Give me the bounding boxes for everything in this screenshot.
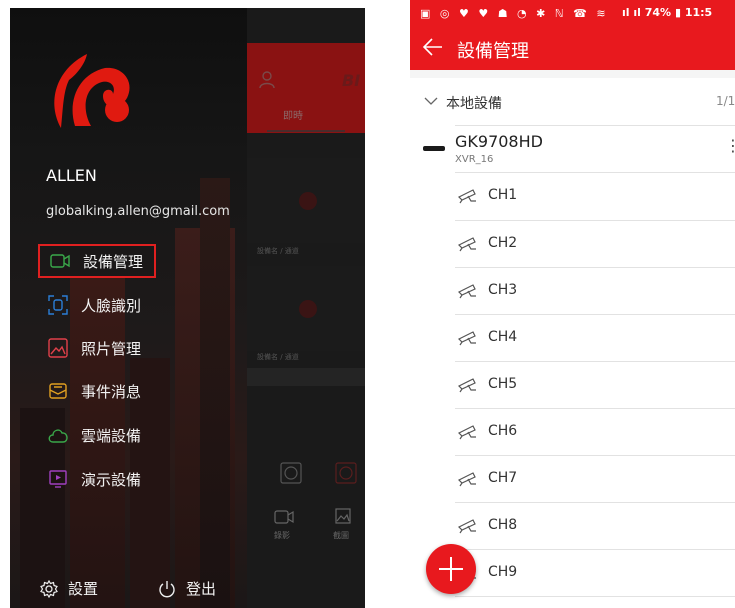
menu-item-label: 設備管理 bbox=[83, 252, 144, 271]
cctv-camera-icon bbox=[458, 331, 476, 346]
channel-label: CH5 bbox=[488, 376, 518, 392]
channel-row-ch1[interactable]: CH1 bbox=[410, 173, 735, 220]
battery-icon: ▮ bbox=[674, 6, 685, 19]
video-pane-1 bbox=[247, 158, 365, 243]
channel-row-ch8[interactable]: CH8 bbox=[410, 503, 735, 550]
channel-row-ch5[interactable]: CH5 bbox=[410, 362, 735, 409]
snapshot-icon bbox=[335, 508, 351, 524]
channel-label: CH4 bbox=[488, 329, 518, 345]
channel-label: CH6 bbox=[488, 423, 518, 439]
cctv-camera-icon bbox=[458, 425, 476, 440]
channel-label: CH2 bbox=[488, 235, 518, 251]
background-icon-row bbox=[247, 458, 365, 490]
face-scan-icon bbox=[47, 294, 69, 316]
app-logo bbox=[54, 54, 130, 128]
battery-level: 74% bbox=[644, 6, 672, 19]
menu-item-label: 演示設備 bbox=[81, 470, 142, 489]
channel-label: CH7 bbox=[488, 470, 518, 486]
menu-item-photo-management[interactable]: 照片管理 bbox=[38, 331, 224, 365]
channel-label: CH9 bbox=[488, 564, 518, 580]
device-row[interactable]: GK9708HD XVR_16 ⋮ bbox=[410, 126, 735, 172]
menu-item-label: 照片管理 bbox=[81, 339, 142, 358]
back-arrow-icon[interactable] bbox=[420, 34, 446, 60]
device-model: XVR_16 bbox=[455, 154, 494, 165]
channel-label: CH1 bbox=[488, 187, 518, 203]
menu-item-event-messages[interactable]: 事件消息 bbox=[38, 374, 224, 408]
record-icon bbox=[274, 510, 294, 524]
settings-label: 設置 bbox=[68, 580, 99, 598]
channel-row-ch2[interactable]: CH2 bbox=[410, 221, 735, 268]
camera-icon bbox=[49, 250, 71, 272]
message-icon bbox=[47, 380, 69, 402]
photo-icon bbox=[47, 337, 69, 359]
power-icon bbox=[159, 580, 175, 597]
cctv-camera-icon bbox=[458, 519, 476, 534]
channel-row-ch7[interactable]: CH7 bbox=[410, 456, 735, 503]
demo-play-icon bbox=[47, 468, 69, 490]
device-name: GK9708HD bbox=[455, 132, 543, 151]
channel-label: CH3 bbox=[488, 282, 518, 298]
one-channel-icon bbox=[280, 462, 302, 484]
snapshot-label: 截圖 bbox=[333, 531, 349, 540]
menu-item-cloud-devices[interactable]: 雲端設備 bbox=[38, 418, 224, 452]
channel-row-ch3[interactable]: CH3 bbox=[410, 268, 735, 315]
more-options-icon[interactable]: ⋮ bbox=[725, 138, 735, 154]
logout-label: 登出 bbox=[186, 580, 217, 598]
pane-caption-1: 設備名 / 通道 bbox=[257, 247, 299, 255]
video-pane-2 bbox=[247, 266, 365, 351]
pane-bar bbox=[247, 368, 365, 386]
navigation-drawer: ALLEN globalking.allen@gmail.com 設備管理 人臉… bbox=[10, 8, 247, 608]
background-bottom-row: 錄影 截圖 bbox=[247, 506, 365, 546]
cctv-camera-icon bbox=[458, 237, 476, 252]
menu-item-device-management[interactable]: 設備管理 bbox=[38, 244, 156, 278]
tab-live: 即時 bbox=[283, 111, 303, 122]
status-bar: ▣ ◎ ♥ ♥ ☗ ◔ ✱ ℕ ☎ ≋ ıl ıl 74% ▮ 11:5 bbox=[410, 0, 735, 26]
menu-item-label: 事件消息 bbox=[81, 382, 142, 401]
cctv-camera-icon bbox=[458, 378, 476, 393]
clock: 11:5 bbox=[684, 6, 713, 19]
pane-caption-2: 設備名 / 通道 bbox=[257, 353, 299, 361]
dvr-device-icon bbox=[423, 146, 445, 151]
cloud-icon bbox=[47, 424, 69, 446]
local-devices-group[interactable]: 本地設備 1/1 bbox=[410, 78, 735, 126]
menu-item-demo-devices[interactable]: 演示設備 bbox=[38, 462, 224, 496]
menu-item-label: 人臉識別 bbox=[81, 296, 142, 315]
record-target-icon bbox=[335, 462, 357, 484]
channel-row-ch6[interactable]: CH6 bbox=[410, 409, 735, 456]
page-title: 設備管理 bbox=[457, 41, 529, 62]
settings-button[interactable]: 設置 bbox=[40, 578, 98, 599]
right-phone-screen: ▣ ◎ ♥ ♥ ☗ ◔ ✱ ℕ ☎ ≋ ıl ıl 74% ▮ 11:5 設備管… bbox=[410, 0, 735, 608]
menu-item-face-recognition[interactable]: 人臉識別 bbox=[38, 288, 224, 322]
device-list: 本地設備 1/1 GK9708HD XVR_16 ⋮ CH1 CH2 CH3 C… bbox=[410, 78, 735, 608]
person-icon bbox=[259, 71, 275, 89]
notification-icons: ▣ ◎ ♥ ♥ ☗ ◔ ✱ ℕ ☎ ≋ bbox=[420, 6, 609, 20]
channel-row-ch4[interactable]: CH4 bbox=[410, 315, 735, 362]
tab-underline bbox=[267, 130, 345, 132]
title-bar: 設備管理 bbox=[410, 26, 735, 70]
logout-button[interactable]: 登出 bbox=[158, 578, 216, 599]
menu-item-label: 雲端設備 bbox=[81, 426, 142, 445]
chevron-down-icon bbox=[424, 97, 438, 105]
cctv-camera-icon bbox=[458, 189, 476, 204]
user-email: globalking.allen@gmail.com bbox=[46, 204, 230, 219]
add-device-button[interactable] bbox=[426, 544, 476, 594]
background-app: BI 即時 設備名 / 通道 設備名 / 通道 錄影 截圖 bbox=[247, 8, 365, 608]
background-app-header: BI 即時 bbox=[247, 43, 365, 133]
cctv-camera-icon bbox=[458, 472, 476, 487]
channel-label: CH8 bbox=[488, 517, 518, 533]
signal-icon: ıl ıl bbox=[622, 6, 645, 19]
local-devices-label: 本地設備 bbox=[446, 96, 502, 112]
gear-icon bbox=[40, 579, 58, 598]
background-brand: BI bbox=[342, 71, 361, 90]
record-label: 錄影 bbox=[274, 531, 290, 540]
left-phone-screen: BI 即時 設備名 / 通道 設備名 / 通道 錄影 截圖 ALLEN glob… bbox=[10, 8, 365, 608]
user-name: ALLEN bbox=[46, 166, 97, 185]
local-devices-count: 1/1 bbox=[716, 94, 735, 108]
cctv-camera-icon bbox=[458, 284, 476, 299]
